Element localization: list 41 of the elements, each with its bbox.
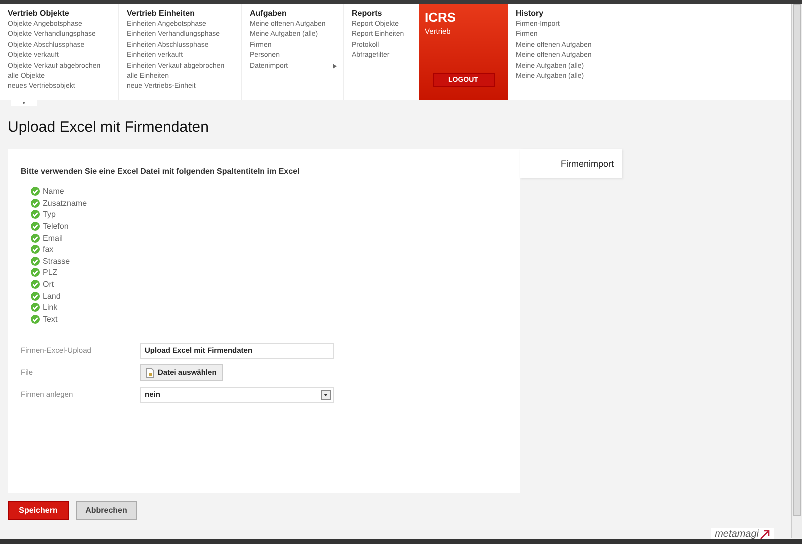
check-icon	[31, 280, 40, 290]
column-name: Zusatzname	[43, 198, 88, 208]
menu-heading: Aufgaben	[250, 9, 288, 18]
check-icon	[31, 245, 40, 254]
check-icon	[31, 222, 40, 232]
column-name: Land	[43, 292, 61, 301]
check-icon	[31, 210, 40, 220]
menu-heading: Reports	[352, 9, 384, 18]
check-icon	[31, 198, 40, 208]
menu-heading: Vertrieb Objekte	[8, 9, 70, 18]
submenu-arrow-icon	[333, 64, 337, 70]
column-name: fax	[43, 245, 54, 254]
scrollbar[interactable]	[791, 4, 802, 538]
column-name: Text	[43, 314, 58, 324]
logo-text: metamagi	[715, 529, 759, 540]
logo-mark-icon	[760, 530, 770, 540]
check-icon	[31, 234, 40, 243]
column-name: Ort	[43, 280, 54, 290]
app-title: ICRS	[425, 10, 458, 25]
check-icon	[31, 292, 40, 301]
check-icon	[31, 256, 40, 266]
check-icon	[31, 303, 40, 312]
column-name: Email	[43, 234, 64, 243]
column-name: PLZ	[43, 268, 58, 278]
column-name: Typ	[43, 210, 56, 220]
column-name: Link	[43, 303, 58, 312]
history-heading: History	[516, 9, 545, 18]
column-name: Strasse	[43, 256, 70, 266]
column-name: Name	[43, 187, 64, 196]
section-tab[interactable]: Firmenimport	[520, 149, 622, 178]
check-icon	[31, 314, 40, 324]
menu-toggle-tab[interactable]	[11, 100, 37, 106]
check-icon	[31, 268, 40, 278]
check-icon	[31, 187, 40, 196]
cancel-button[interactable]: Abbrechen	[76, 501, 137, 520]
instruction-text: Bitte verwenden Sie eine Excel Datei mit folgenden Spaltentiteln im Excel	[21, 167, 301, 176]
save-button[interactable]: Speichern	[8, 501, 69, 520]
menu-heading: Vertrieb Einheiten	[127, 9, 196, 18]
file-icon	[146, 368, 154, 378]
column-name: Telefon	[43, 222, 69, 232]
page-title: Upload Excel mit Firmendaten	[8, 119, 210, 136]
